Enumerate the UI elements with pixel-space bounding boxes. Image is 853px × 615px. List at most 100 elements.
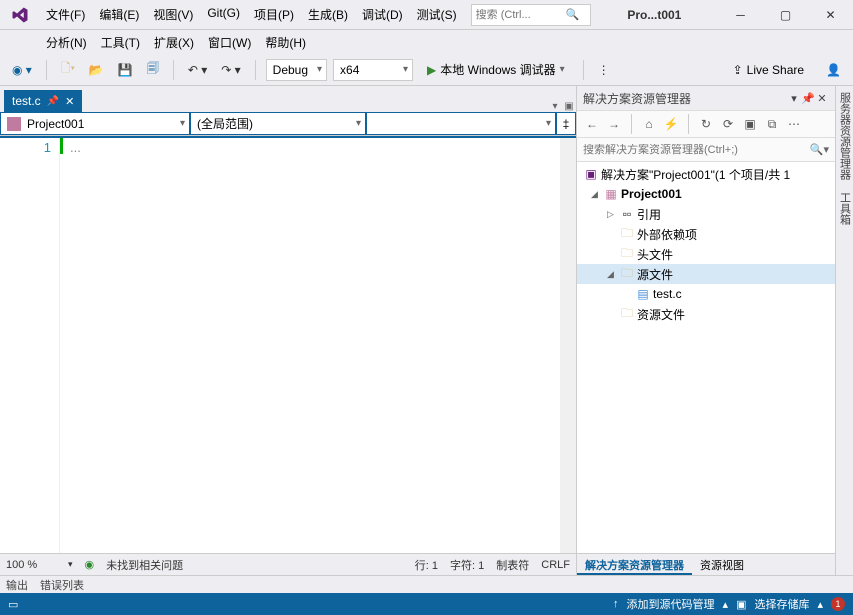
tree-sources[interactable]: ◢ 🗀 源文件 <box>577 264 835 284</box>
folder-icon: 🗀 <box>619 307 635 321</box>
switch-icon[interactable]: ⚡ <box>662 115 680 133</box>
tree-headers[interactable]: 🗀 头文件 <box>577 244 835 264</box>
menu-help[interactable]: 帮助(H) <box>259 32 312 53</box>
nav-add-button[interactable]: ‡ <box>556 112 576 135</box>
panel-search[interactable]: 🔍▾ <box>577 138 835 162</box>
tab-error-list[interactable]: 错误列表 <box>40 577 84 593</box>
zoom-level[interactable]: 100 % <box>6 559 56 571</box>
pin-icon[interactable]: 📌 <box>47 96 59 107</box>
tab-resource-view[interactable]: 资源视图 <box>692 554 752 575</box>
code-nav-bar: Project001 (全局范围) ‡ <box>0 112 576 136</box>
nav-member-select[interactable] <box>366 112 556 135</box>
close-button[interactable]: ✕ <box>808 0 853 30</box>
menu-file[interactable]: 文件(F) <box>40 2 91 27</box>
properties-icon[interactable]: ⋯ <box>785 115 803 133</box>
cursor-col[interactable]: 字符: 1 <box>450 557 484 573</box>
panel-bottom-tabs: 解决方案资源管理器 资源视图 <box>577 553 835 575</box>
tree-external[interactable]: 🗀 外部依赖项 <box>577 224 835 244</box>
feedback-icon[interactable]: 👤 <box>822 61 845 79</box>
tab-output[interactable]: 输出 <box>6 577 28 593</box>
editor-pane: test.c 📌 ✕ ▾ ▣ Project001 (全局范围) ‡ 1 ... <box>0 86 577 575</box>
tree-solution-root[interactable]: ▣ 解决方案"Project001"(1 个项目/共 1 <box>577 164 835 184</box>
collapse-icon[interactable]: ⧉ <box>763 115 781 133</box>
search-icon[interactable]: 🔍 <box>562 8 584 21</box>
menu-tools[interactable]: 工具(T) <box>95 32 146 53</box>
refresh-icon[interactable]: ⟳ <box>719 115 737 133</box>
menu-build[interactable]: 生成(B) <box>302 2 354 27</box>
folder-icon: 🗀 <box>619 227 635 241</box>
nav-back-button[interactable]: ◉ ▾ <box>8 61 36 79</box>
showall-icon[interactable]: ▣ <box>741 115 759 133</box>
menu-test[interactable]: 测试(S) <box>411 2 463 27</box>
solution-tree[interactable]: ▣ 解决方案"Project001"(1 个项目/共 1 ◢ ▦ Project… <box>577 162 835 553</box>
tab-server-explorer[interactable]: 服务器资源管理器 <box>835 86 853 186</box>
tab-solution-explorer[interactable]: 解决方案资源管理器 <box>577 554 692 575</box>
extra-dropdown[interactable]: ⋮ <box>594 61 614 79</box>
cursor-line[interactable]: 行: 1 <box>415 557 438 573</box>
code-editor[interactable]: 1 ... <box>0 136 576 553</box>
open-button[interactable]: 📂 <box>85 61 108 79</box>
search-input[interactable] <box>472 9 562 21</box>
select-repo[interactable]: 选择存储库 <box>754 596 809 612</box>
solution-explorer-panel: 解决方案资源管理器 ▾ 📌 ✕ ← → ⌂ ⚡ ↻ ⟳ ▣ ⧉ ⋯ 🔍▾ ▣ <box>577 86 835 575</box>
close-icon[interactable]: ✕ <box>65 95 74 108</box>
window-icon[interactable]: ▭ <box>8 598 18 611</box>
maximize-button[interactable]: ▢ <box>763 0 808 30</box>
forward-icon[interactable]: → <box>605 115 623 133</box>
main-toolbar: ◉ ▾ 🗋▾ 📂 💾 🗐 ↶ ▾ ↷ ▾ Debug x64 ▶ 本地 Wind… <box>0 54 853 86</box>
menu-debug[interactable]: 调试(D) <box>356 2 409 27</box>
start-debug-button[interactable]: ▶ 本地 Windows 调试器 ▾ <box>419 59 573 80</box>
panel-search-input[interactable] <box>583 144 810 156</box>
pin-icon[interactable]: 📌 <box>801 92 815 105</box>
issues-text[interactable]: 未找到相关问题 <box>106 557 183 573</box>
code-body[interactable]: ... <box>60 136 560 553</box>
menu-window[interactable]: 窗口(W) <box>202 32 257 53</box>
menu-project[interactable]: 项目(P) <box>248 2 300 27</box>
panel-title-bar: 解决方案资源管理器 ▾ 📌 ✕ <box>577 86 835 110</box>
liveshare-button[interactable]: ⇪ Live Share <box>725 63 812 77</box>
menu-edit[interactable]: 编辑(E) <box>93 2 145 27</box>
minimize-button[interactable]: ─ <box>718 0 763 30</box>
menu-analyze[interactable]: 分析(N) <box>40 32 93 53</box>
tree-project[interactable]: ◢ ▦ Project001 <box>577 184 835 204</box>
add-source-control[interactable]: 添加到源代码管理 <box>627 596 715 612</box>
expand-icon[interactable]: ▷ <box>607 209 619 220</box>
vs-logo-icon <box>8 3 32 27</box>
tree-file-testc[interactable]: ▤ test.c <box>577 284 835 304</box>
undo-button[interactable]: ↶ ▾ <box>184 61 211 79</box>
tab-overflow-button[interactable]: ▾ <box>548 101 562 112</box>
tab-toolbox[interactable]: 工具箱 <box>835 186 853 231</box>
menu-extensions[interactable]: 扩展(X) <box>148 32 200 53</box>
expand-icon[interactable]: ◢ <box>607 269 619 280</box>
back-icon[interactable]: ← <box>583 115 601 133</box>
nav-project-select[interactable]: Project001 <box>0 112 190 135</box>
panel-dropdown-icon[interactable]: ▾ <box>787 92 801 105</box>
eol-mode[interactable]: CRLF <box>541 559 570 571</box>
editor-tab-testc[interactable]: test.c 📌 ✕ <box>4 90 82 112</box>
platform-select[interactable]: x64 <box>333 59 413 81</box>
save-button[interactable]: 💾 <box>114 61 137 79</box>
tree-resources[interactable]: 🗀 资源文件 <box>577 304 835 324</box>
search-icon[interactable]: 🔍▾ <box>810 143 829 156</box>
arrow-up-icon: ↑ <box>613 598 619 610</box>
search-box[interactable]: 🔍 <box>471 4 591 26</box>
menu-view[interactable]: 视图(V) <box>147 2 199 27</box>
folder-icon: 🗀 <box>619 247 635 261</box>
redo-button[interactable]: ↷ ▾ <box>217 61 244 79</box>
indent-mode[interactable]: 制表符 <box>496 557 529 573</box>
sync-icon[interactable]: ↻ <box>697 115 715 133</box>
play-icon: ▶ <box>427 63 436 77</box>
notification-bell[interactable]: 1 <box>831 597 845 611</box>
close-icon[interactable]: ✕ <box>815 92 829 105</box>
expand-icon[interactable]: ◢ <box>591 189 603 200</box>
menu-git[interactable]: Git(G) <box>201 2 246 27</box>
vertical-scrollbar[interactable] <box>560 136 576 553</box>
tree-references[interactable]: ▷ ▫▫ 引用 <box>577 204 835 224</box>
nav-scope-select[interactable]: (全局范围) <box>190 112 366 135</box>
tab-menu-button[interactable]: ▣ <box>562 101 576 112</box>
config-select[interactable]: Debug <box>266 59 327 81</box>
save-all-button[interactable]: 🗐 <box>143 57 163 82</box>
project-icon: ▦ <box>603 187 619 201</box>
home-icon[interactable]: ⌂ <box>640 115 658 133</box>
new-item-button[interactable]: 🗋▾ <box>57 57 79 82</box>
